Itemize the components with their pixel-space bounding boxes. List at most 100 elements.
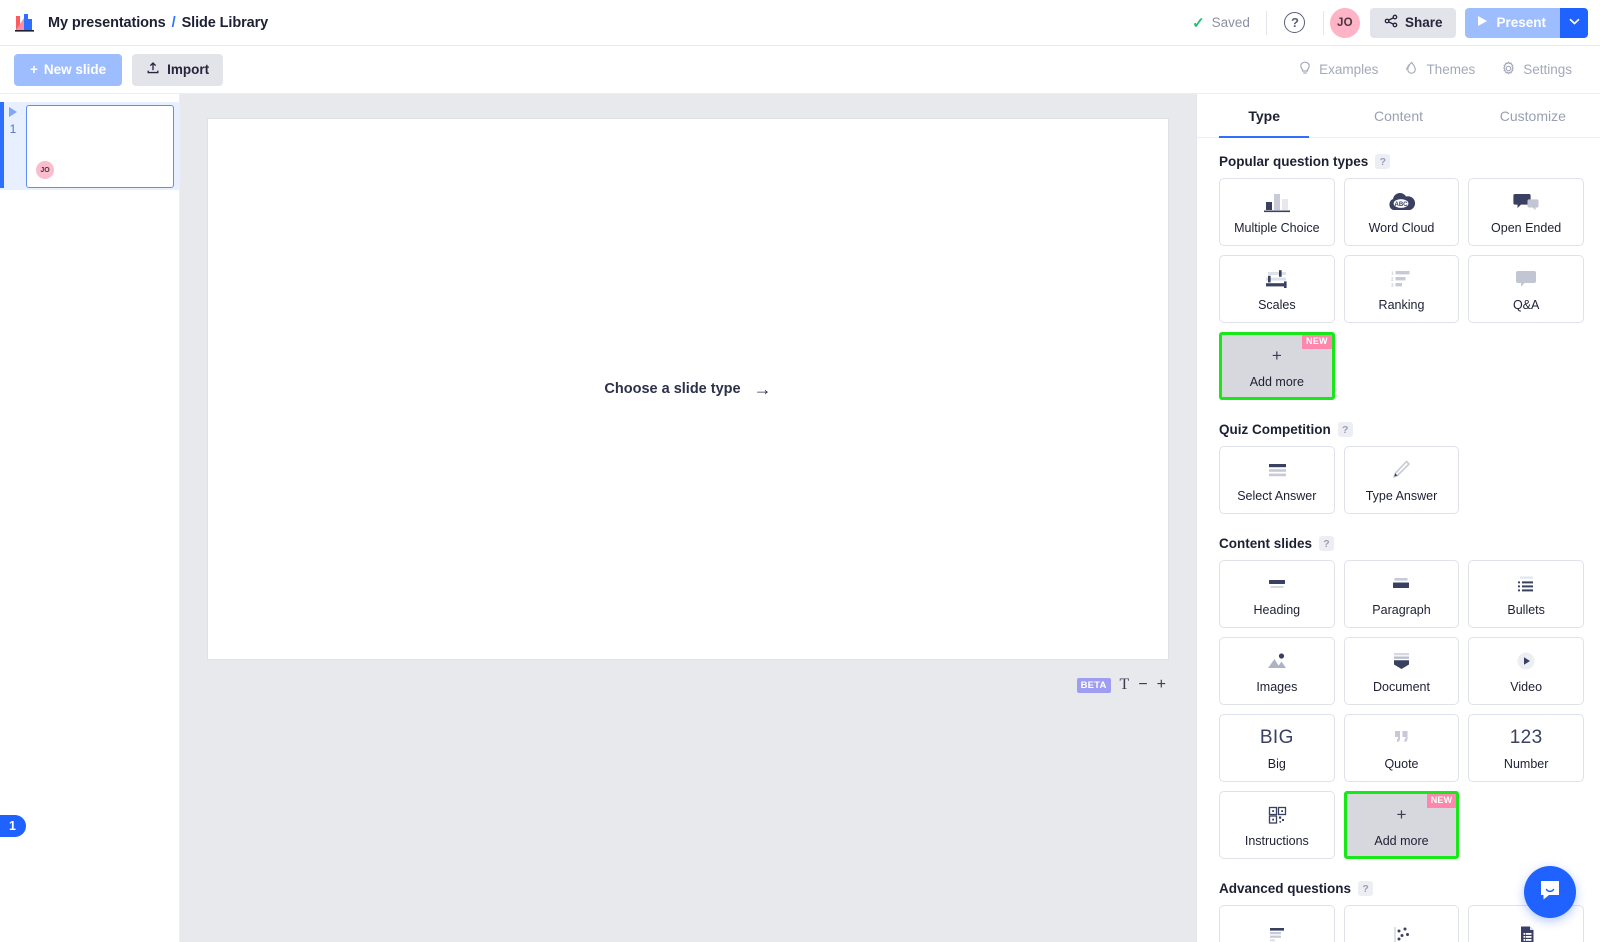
card-ranking[interactable]: 1 2 3 Ranking bbox=[1343, 255, 1460, 323]
card-images[interactable]: Images bbox=[1219, 637, 1335, 705]
app-root: My presentations / Slide Library ✓ Saved… bbox=[0, 0, 1600, 942]
top-bar: My presentations / Slide Library ✓ Saved… bbox=[0, 0, 1600, 46]
card-big[interactable]: BIG Big bbox=[1219, 714, 1335, 782]
card-document[interactable]: Document bbox=[1343, 637, 1460, 705]
card-open-ended[interactable]: Open Ended bbox=[1468, 178, 1584, 246]
slide-canvas[interactable]: Choose a slide type → bbox=[208, 119, 1168, 659]
themes-button[interactable]: Themes bbox=[1404, 61, 1475, 79]
canvas-toolbar: BETA T − + bbox=[208, 676, 1168, 694]
content-slides-grid: Heading Paragraph Bullets Images Documen… bbox=[1219, 560, 1584, 859]
card-type-answer[interactable]: Type Answer bbox=[1343, 446, 1460, 514]
card-scales[interactable]: Scales bbox=[1219, 255, 1335, 323]
text-tool-icon[interactable]: T bbox=[1120, 676, 1130, 694]
card-label: Number bbox=[1503, 756, 1549, 771]
popular-question-grid: Multiple Choice ABC Word Cloud Open Ende… bbox=[1219, 178, 1584, 400]
import-label: Import bbox=[167, 62, 210, 77]
tab-type[interactable]: Type bbox=[1197, 94, 1331, 138]
beta-badge: BETA bbox=[1076, 677, 1111, 693]
card-advanced-1[interactable] bbox=[1219, 905, 1335, 942]
divider bbox=[1265, 10, 1267, 35]
present-button[interactable]: Present bbox=[1465, 7, 1560, 38]
avatar[interactable]: JO bbox=[1329, 7, 1360, 38]
card-label: Ranking bbox=[1378, 297, 1425, 312]
droplet-icon bbox=[1404, 61, 1419, 79]
card-add-more-content[interactable]: NEW + Add more bbox=[1343, 791, 1460, 859]
zoom-in-button[interactable]: + bbox=[1157, 677, 1166, 693]
sliders-icon bbox=[1262, 267, 1292, 291]
panel-tabs: Type Content Customize bbox=[1197, 94, 1600, 138]
present-dropdown-button[interactable] bbox=[1560, 7, 1588, 38]
top-bar-actions: ✓ Saved ? JO Share Present bbox=[1192, 4, 1588, 42]
number-icon: 123 bbox=[1509, 726, 1543, 748]
breadcrumb: My presentations / Slide Library bbox=[48, 15, 268, 31]
card-multiple-choice[interactable]: Multiple Choice bbox=[1219, 178, 1335, 246]
right-panel: Type Content Customize Popular question … bbox=[1196, 94, 1600, 942]
examples-label: Examples bbox=[1319, 62, 1379, 77]
bar-chart-icon bbox=[1262, 190, 1292, 214]
card-label: Type Answer bbox=[1365, 488, 1438, 503]
page-indicator-badge: 1 bbox=[0, 815, 26, 837]
card-select-answer[interactable]: Select Answer bbox=[1219, 446, 1335, 514]
card-paragraph[interactable]: Paragraph bbox=[1343, 560, 1460, 628]
main-body: 1 JO 1 Choose a slide type → BETA T − + bbox=[0, 94, 1600, 942]
card-word-cloud[interactable]: ABC Word Cloud bbox=[1343, 178, 1460, 246]
slide-thumbnail[interactable]: JO bbox=[26, 105, 174, 188]
slide-number: 1 bbox=[9, 122, 17, 136]
present-button-group: Present bbox=[1465, 7, 1588, 38]
help-badge-icon[interactable]: ? bbox=[1375, 154, 1391, 169]
choose-slide-type-prompt[interactable]: Choose a slide type → bbox=[604, 380, 771, 398]
check-icon: ✓ bbox=[1192, 14, 1205, 32]
card-qa[interactable]: Q&A bbox=[1468, 255, 1584, 323]
section-title-content-slides: Content slides ? bbox=[1219, 536, 1584, 551]
card-label: Add more bbox=[1249, 374, 1304, 389]
import-button[interactable]: Import bbox=[132, 53, 224, 86]
new-badge: NEW bbox=[1302, 335, 1332, 349]
chat-bubble-icon bbox=[1537, 877, 1563, 908]
plus-icon: + bbox=[30, 62, 38, 77]
card-label: Images bbox=[1256, 679, 1298, 694]
slide-list-item[interactable]: 1 JO bbox=[0, 102, 179, 190]
new-slide-label: New slide bbox=[43, 62, 107, 77]
examples-button[interactable]: Examples bbox=[1298, 61, 1378, 79]
tab-content[interactable]: Content bbox=[1331, 94, 1465, 137]
breadcrumb-root[interactable]: My presentations bbox=[48, 15, 166, 31]
zoom-out-button[interactable]: − bbox=[1138, 677, 1147, 693]
panel-scroll-area[interactable]: Popular question types ? Multiple Choice… bbox=[1197, 138, 1600, 942]
card-bullets[interactable]: Bullets bbox=[1468, 560, 1584, 628]
new-slide-button[interactable]: + New slide bbox=[14, 53, 123, 86]
card-advanced-2[interactable] bbox=[1343, 905, 1460, 942]
save-status: ✓ Saved bbox=[1192, 14, 1266, 32]
card-video[interactable]: Video bbox=[1468, 637, 1584, 705]
mentimeter-logo-icon[interactable] bbox=[14, 12, 36, 34]
card-number[interactable]: 123 Number bbox=[1468, 714, 1584, 782]
speech-bubbles-icon bbox=[1511, 190, 1541, 214]
lightbulb-icon bbox=[1298, 61, 1312, 79]
slide-list-sidebar: 1 JO 1 bbox=[0, 94, 180, 942]
card-quote[interactable]: Quote bbox=[1343, 714, 1460, 782]
text-lines-icon bbox=[1262, 923, 1292, 942]
help-button[interactable]: ? bbox=[1276, 4, 1314, 42]
themes-label: Themes bbox=[1426, 62, 1476, 77]
plus-icon: + bbox=[1396, 805, 1407, 825]
slide-meta: 1 bbox=[0, 102, 26, 136]
share-button[interactable]: Share bbox=[1369, 7, 1457, 38]
card-instructions[interactable]: Instructions bbox=[1219, 791, 1335, 859]
card-add-more-popular[interactable]: NEW + Add more bbox=[1219, 332, 1335, 400]
thumbnail-avatar: JO bbox=[36, 161, 54, 179]
upload-icon bbox=[146, 61, 160, 78]
scatter-dots-icon bbox=[1386, 923, 1416, 942]
arrow-right-icon: → bbox=[753, 379, 772, 399]
section-title-quiz: Quiz Competition ? bbox=[1219, 422, 1584, 437]
settings-button[interactable]: Settings bbox=[1501, 60, 1572, 79]
tab-customize[interactable]: Customize bbox=[1466, 94, 1600, 137]
svg-text:2: 2 bbox=[1391, 276, 1394, 281]
plus-icon: + bbox=[1271, 346, 1282, 366]
help-badge-icon[interactable]: ? bbox=[1319, 536, 1335, 551]
intercom-chat-button[interactable] bbox=[1524, 866, 1576, 918]
play-slide-icon[interactable] bbox=[9, 107, 17, 117]
doc-list-icon bbox=[1511, 923, 1541, 942]
card-heading[interactable]: Heading bbox=[1219, 560, 1335, 628]
help-badge-icon[interactable]: ? bbox=[1358, 881, 1374, 896]
card-label: Multiple Choice bbox=[1234, 220, 1320, 235]
help-badge-icon[interactable]: ? bbox=[1337, 422, 1353, 437]
